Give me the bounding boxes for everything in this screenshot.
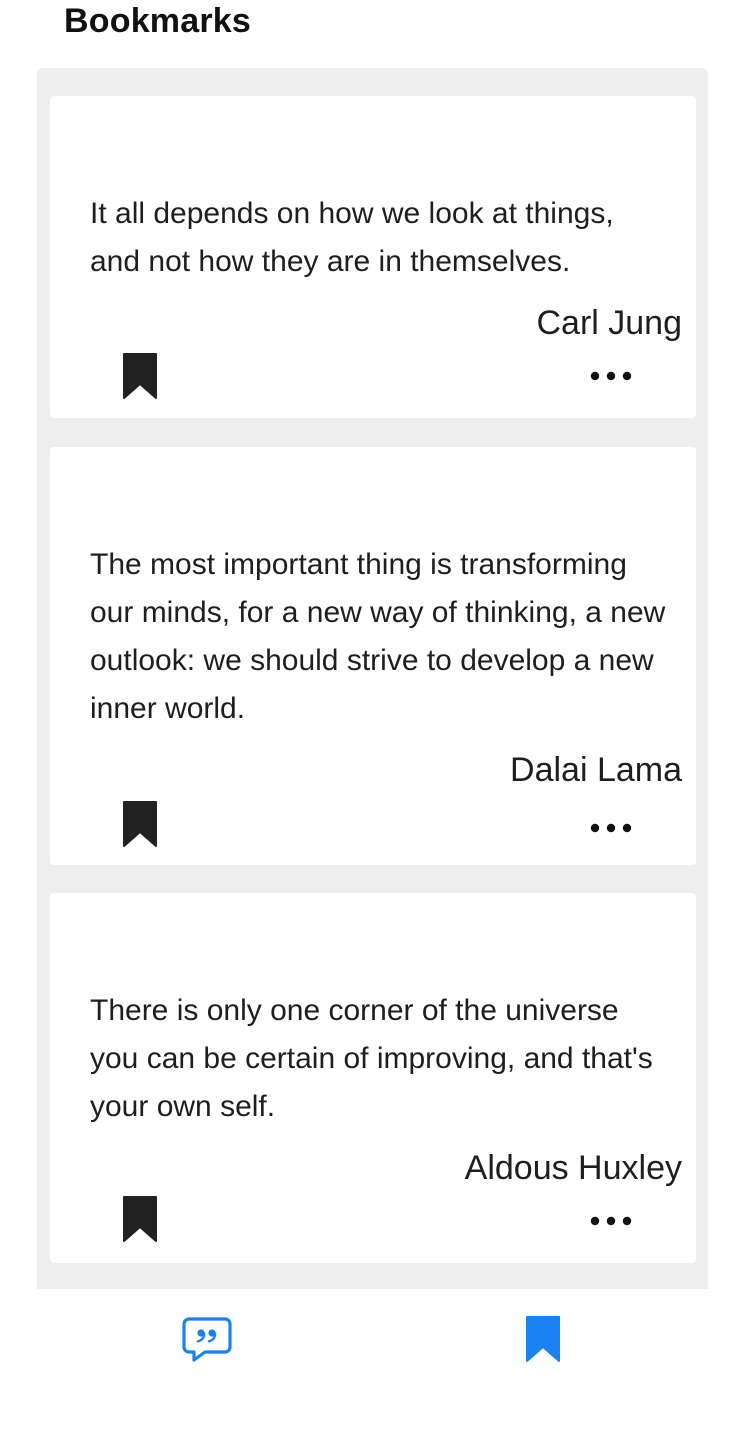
quote-bubble-icon bbox=[182, 1317, 232, 1362]
quote-text: The most important thing is transforming… bbox=[90, 548, 666, 725]
quote-text: It all depends on how we look at things,… bbox=[90, 197, 614, 278]
quote-card[interactable]: The most important thing is transforming… bbox=[50, 447, 696, 865]
more-horizontal-icon bbox=[590, 823, 632, 833]
quote-author: Dalai Lama bbox=[510, 751, 682, 789]
bookmark-button[interactable] bbox=[120, 1194, 160, 1244]
tab-bookmarks[interactable] bbox=[513, 1311, 573, 1367]
bookmark-filled-icon bbox=[123, 801, 157, 847]
page-title: Bookmarks bbox=[64, 2, 251, 40]
bookmarks-list[interactable]: It all depends on how we look at things,… bbox=[37, 68, 708, 1289]
quote-author: Aldous Huxley bbox=[464, 1149, 682, 1187]
tab-quotes[interactable] bbox=[177, 1311, 237, 1367]
quote-author: Carl Jung bbox=[536, 304, 682, 342]
bookmark-filled-icon bbox=[123, 1196, 157, 1242]
bookmark-button[interactable] bbox=[120, 351, 160, 401]
quote-text: There is only one corner of the universe… bbox=[90, 994, 653, 1123]
bookmark-button[interactable] bbox=[120, 799, 160, 849]
bottom-navigation bbox=[0, 1289, 745, 1432]
more-options-button[interactable] bbox=[586, 1206, 636, 1236]
bookmark-filled-icon bbox=[123, 353, 157, 399]
more-horizontal-icon bbox=[590, 371, 632, 381]
quote-card[interactable]: It all depends on how we look at things,… bbox=[50, 96, 696, 418]
bookmark-filled-icon bbox=[526, 1316, 560, 1362]
quote-card[interactable]: There is only one corner of the universe… bbox=[50, 893, 696, 1263]
more-horizontal-icon bbox=[590, 1216, 632, 1226]
more-options-button[interactable] bbox=[586, 361, 636, 391]
more-options-button[interactable] bbox=[586, 813, 636, 843]
